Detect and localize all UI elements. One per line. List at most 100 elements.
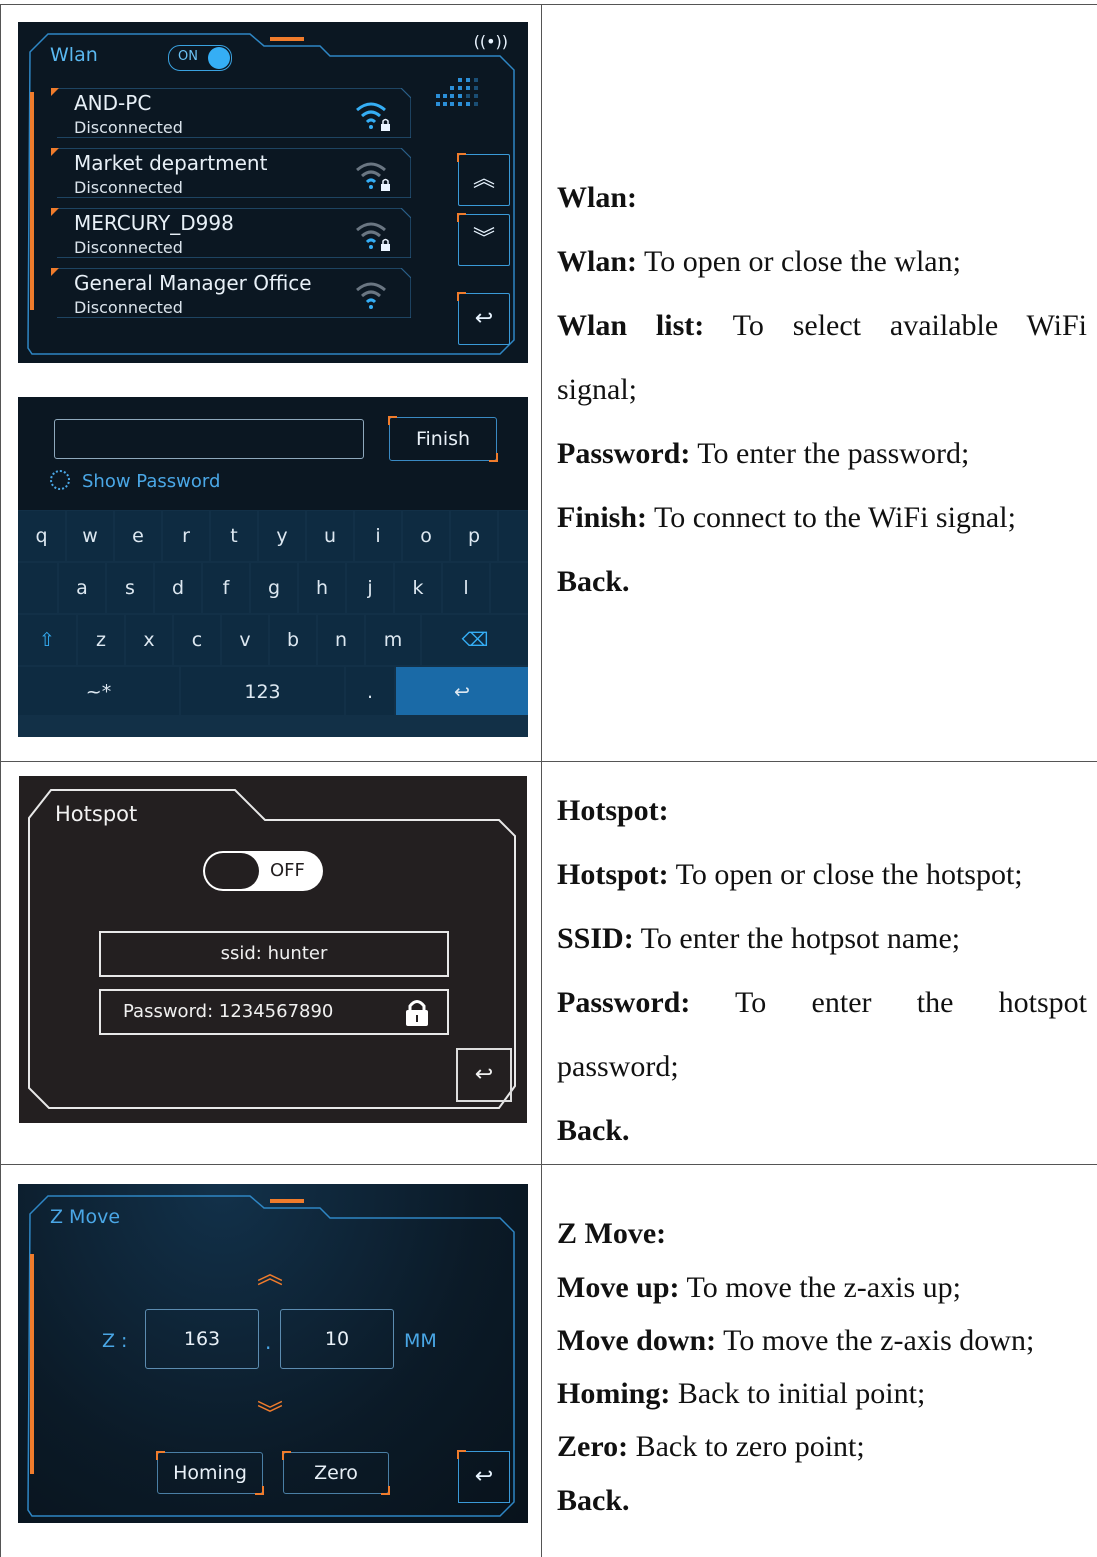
shift-key[interactable]: ⇧	[18, 615, 76, 665]
wifi-status: Disconnected	[74, 118, 183, 137]
wifi-list-item[interactable]: General Manager Office Disconnected	[51, 268, 411, 318]
wifi-name: AND-PC	[74, 91, 152, 115]
decimal-separator: .	[265, 1330, 272, 1354]
wlan-list-desc: Wlan list: To select available WiFi	[557, 309, 1087, 342]
ssid-value: ssid: hunter	[220, 943, 328, 964]
key[interactable]: f	[203, 563, 249, 613]
backspace-key[interactable]: ⌫	[422, 615, 528, 665]
z-move-heading: Z Move:	[557, 1217, 667, 1250]
password-keyboard-screen: Finish Show Password q w e r t y u i o p…	[18, 397, 528, 737]
key[interactable]: v	[222, 615, 268, 665]
key[interactable]: c	[174, 615, 220, 665]
key[interactable]: b	[270, 615, 316, 665]
table-border-top	[0, 4, 1097, 5]
key[interactable]: q	[18, 511, 65, 561]
ssid-field[interactable]: ssid: hunter	[99, 931, 449, 977]
scroll-up-button[interactable]: ︽	[457, 153, 510, 206]
wifi-list-item[interactable]: AND-PC Disconnected	[51, 88, 411, 138]
move-down-button[interactable]: ︾	[250, 1394, 290, 1431]
finish-button[interactable]: Finish	[388, 416, 498, 462]
hotspot-password-field[interactable]: Password: 1234567890	[99, 989, 449, 1035]
hotspot-toggle-desc: Hotspot: To open or close the hotspot;	[557, 858, 1023, 891]
numbers-key[interactable]: 123	[181, 667, 344, 715]
hotspot-title: Hotspot	[55, 802, 138, 826]
move-down-desc: Move down: To move the z-axis down;	[557, 1324, 1035, 1357]
z-integer-input[interactable]: 163	[145, 1309, 259, 1369]
hotspot-password-desc-cont: password;	[557, 1050, 679, 1083]
back-button[interactable]: ↩	[457, 1450, 510, 1503]
wlan-heading: Wlan:	[557, 181, 638, 214]
zero-button[interactable]: Zero	[282, 1451, 390, 1495]
wlan-toggle-desc: Wlan: To open or close the wlan;	[557, 245, 961, 278]
hotspot-password-value: Password: 1234567890	[123, 1001, 334, 1022]
show-password-label: Show Password	[82, 471, 221, 492]
hotspot-screen: Hotspot OFF ssid: hunter Password: 12345…	[19, 776, 527, 1123]
key[interactable]: a	[59, 563, 105, 613]
key[interactable]: e	[115, 511, 161, 561]
key[interactable]: t	[211, 511, 257, 561]
key[interactable]: u	[307, 511, 353, 561]
wlan-title: Wlan	[50, 44, 98, 66]
key[interactable]: r	[163, 511, 209, 561]
key[interactable]: z	[78, 615, 124, 665]
key[interactable]: j	[347, 563, 393, 613]
password-desc: Password: To enter the password;	[557, 437, 970, 470]
back-icon: ↩	[474, 1464, 494, 1489]
hotspot-toggle[interactable]: OFF	[203, 851, 323, 891]
key[interactable]: i	[355, 511, 401, 561]
wifi-locked-icon	[356, 222, 390, 251]
wifi-name: Market department	[74, 151, 268, 175]
toggle-knob	[205, 853, 259, 889]
key[interactable]: n	[318, 615, 364, 665]
z-decimal-input[interactable]: 10	[280, 1309, 394, 1369]
z-move-back-desc: Back.	[557, 1484, 630, 1517]
symbols-key[interactable]: ~*	[18, 667, 179, 715]
homing-desc: Homing: Back to initial point;	[557, 1377, 926, 1410]
key[interactable]: s	[107, 563, 153, 613]
keyboard: q w e r t y u i o p a s d f g h j k l ⇧ …	[18, 510, 528, 737]
wlan-list-desc-cont: signal;	[557, 373, 637, 406]
wlan-toggle-label: ON	[178, 49, 198, 64]
chevron-down-icon: ︾	[256, 1400, 283, 1430]
move-up-button[interactable]: ︽	[250, 1254, 290, 1291]
key[interactable]: l	[443, 563, 489, 613]
ssid-desc: SSID: To enter the hotpsot name;	[557, 922, 961, 955]
password-input[interactable]	[54, 419, 364, 459]
key[interactable]: g	[251, 563, 297, 613]
enter-key[interactable]: ↩	[396, 667, 528, 715]
wlan-screen: Wlan ON ((•)) AND-PC Disconnected Market…	[18, 22, 528, 363]
key[interactable]: h	[299, 563, 345, 613]
back-button[interactable]: ↩	[456, 1048, 512, 1102]
key[interactable]: o	[403, 511, 449, 561]
key[interactable]: w	[67, 511, 113, 561]
show-password-toggle[interactable]: Show Password	[50, 470, 220, 492]
key[interactable]: x	[126, 615, 172, 665]
back-icon: ↩	[454, 681, 470, 703]
wifi-name: General Manager Office	[74, 271, 312, 295]
key[interactable]: k	[395, 563, 441, 613]
z-decimal-value: 10	[324, 1328, 350, 1350]
finish-desc: Finish: To connect to the WiFi signal;	[557, 501, 1016, 534]
key-spacer	[499, 511, 528, 561]
homing-button[interactable]: Homing	[156, 1451, 264, 1495]
key-spacer	[491, 563, 528, 613]
key[interactable]: p	[451, 511, 497, 561]
key[interactable]: m	[366, 615, 420, 665]
shift-icon: ⇧	[39, 629, 55, 651]
key[interactable]: y	[259, 511, 305, 561]
wifi-icon	[356, 282, 386, 309]
wifi-list-item[interactable]: MERCURY_D998 Disconnected	[51, 208, 411, 258]
wifi-locked-icon	[356, 162, 390, 191]
scroll-down-button[interactable]: ︾	[457, 213, 510, 266]
dot-key[interactable]: .	[346, 667, 394, 715]
z-integer-value: 163	[183, 1328, 221, 1350]
wifi-status: Disconnected	[74, 298, 183, 317]
wlan-toggle[interactable]: ON	[168, 45, 232, 71]
z-move-screen: Z Move ︽ Z : 163 . 10 MM ︾ Homing Zero ↩	[18, 1184, 528, 1523]
chevron-up-icon: ︽	[472, 167, 495, 192]
wifi-list-item[interactable]: Market department Disconnected	[51, 148, 411, 198]
signal-grid-icon	[436, 78, 478, 106]
hotspot-heading: Hotspot:	[557, 794, 669, 827]
back-button[interactable]: ↩	[457, 292, 510, 345]
key[interactable]: d	[155, 563, 201, 613]
